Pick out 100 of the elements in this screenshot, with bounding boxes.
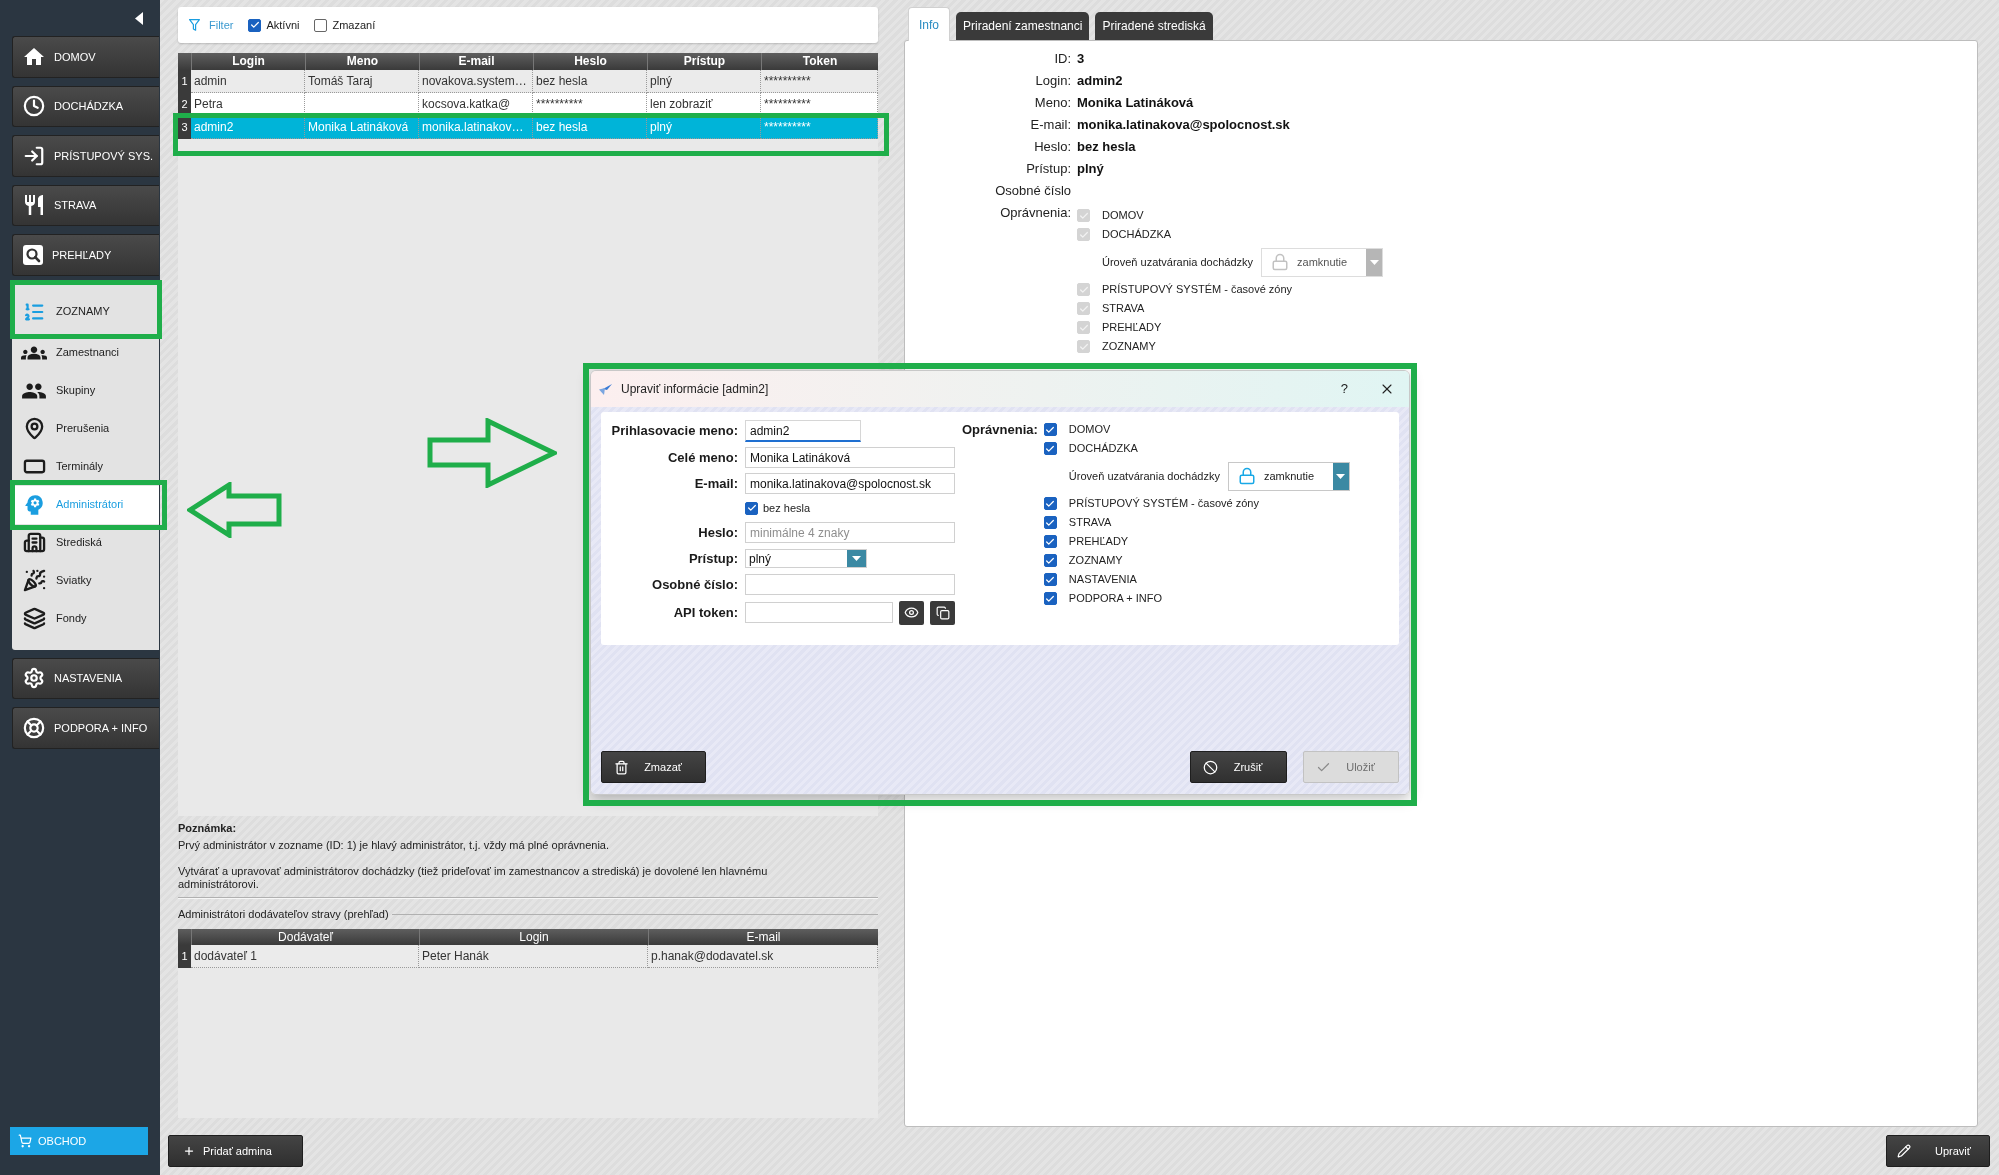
- tick-icon: [1045, 574, 1056, 585]
- table-cell: len zobraziť: [647, 93, 761, 116]
- tick-icon: [1078, 322, 1089, 333]
- show-token-button[interactable]: [899, 600, 924, 625]
- filter-label: Filter: [209, 17, 234, 33]
- note-title: Poznámka:: [178, 822, 238, 835]
- edit-button[interactable]: Upraviť: [1886, 1135, 1990, 1167]
- row-number: 1: [178, 70, 191, 93]
- permission-label: DOCHÁDZKA: [1102, 227, 1172, 243]
- nav-button[interactable]: NASTAVENIA: [12, 657, 159, 699]
- table-cell: **********: [761, 93, 878, 116]
- field-label: Meno:: [1034, 94, 1071, 112]
- permission-label: STRAVA: [1068, 515, 1112, 531]
- caret-icon: [1336, 473, 1346, 479]
- text-field[interactable]: admin2: [745, 420, 861, 442]
- table-cell: kocsova.katka@: [419, 93, 533, 116]
- field-label: Login:: [1035, 72, 1071, 90]
- field-label: E-mail:: [1030, 116, 1071, 134]
- submenu-item[interactable]: Zamestnanci: [12, 333, 159, 372]
- nav-button[interactable]: DOMOV: [12, 36, 159, 78]
- checkbox[interactable]: [1043, 592, 1057, 605]
- lock-icon: [1237, 466, 1256, 486]
- submenu-item[interactable]: Prerušenia: [12, 409, 159, 448]
- lock-icon: [1271, 252, 1290, 272]
- section-title: Administrátori dodávateľov stravy (prehľad): [178, 906, 389, 922]
- add-admin-button[interactable]: Pridať admina: [168, 1135, 303, 1167]
- collapse-icon[interactable]: [135, 11, 143, 25]
- fork-knife-icon: [22, 193, 46, 218]
- layers-icon: [21, 605, 47, 632]
- dialog-button[interactable]: Zrušiť: [1190, 751, 1287, 783]
- dialog-title: Upraviť informácie [admin2]: [621, 381, 769, 398]
- dropdown-button[interactable]: [1332, 462, 1349, 490]
- copy-icon: [935, 605, 950, 620]
- permission-label: DOCHÁDZKA: [1068, 441, 1138, 457]
- table-cell: plný: [647, 116, 761, 139]
- checkbox[interactable]: [1043, 442, 1057, 455]
- lock-level-select[interactable]: zamknutie: [1227, 461, 1350, 491]
- cart-icon: [18, 1134, 32, 1148]
- eye-icon: [904, 605, 919, 620]
- text-field[interactable]: monika.latinakova@spolocnost.sk: [745, 473, 955, 494]
- tick-icon: [746, 503, 757, 513]
- field-value: bez hesla: [1077, 138, 1136, 156]
- checkbox[interactable]: [314, 18, 328, 32]
- permission-label: ZOZNAMY: [1102, 339, 1156, 355]
- help-button[interactable]: ?: [1340, 379, 1348, 399]
- field-value: plný: [1077, 160, 1104, 178]
- table-row[interactable]: 1 admin Tomáš Taraj novakova.system… bez hesla plný **********: [178, 70, 878, 93]
- lifebuoy-icon: [22, 715, 46, 740]
- nav-button[interactable]: PRÍSTUPOVÝ SYS.: [12, 135, 159, 177]
- tick-icon: [249, 20, 260, 30]
- search-icon: [22, 243, 44, 266]
- checkbox[interactable]: [1043, 497, 1057, 510]
- tab[interactable]: Info: [908, 7, 950, 41]
- checkbox[interactable]: [745, 501, 758, 515]
- field-label: Heslo:: [1034, 138, 1071, 156]
- token-field[interactable]: [745, 602, 893, 623]
- field-value: Monika Latináková: [1077, 94, 1194, 112]
- checkbox[interactable]: [1043, 535, 1057, 548]
- checkbox[interactable]: [1043, 516, 1057, 529]
- checkbox[interactable]: [1043, 554, 1057, 567]
- dialog-button[interactable]: Zmazať: [601, 751, 706, 783]
- checkbox[interactable]: [248, 18, 262, 32]
- text-field[interactable]: Monika Latináková: [745, 447, 955, 468]
- nav-button[interactable]: ZOZNAMY: [12, 283, 159, 334]
- nav-button[interactable]: DOCHÁDZKA: [12, 85, 159, 127]
- field-value: monika.latinakova@spolocnost.sk: [1077, 116, 1290, 134]
- access-select[interactable]: plný: [745, 549, 867, 568]
- submenu-item[interactable]: Sviatky: [12, 561, 159, 600]
- field-label: Celé meno:: [667, 448, 738, 467]
- submenu-item[interactable]: Fondy: [12, 599, 159, 638]
- table-row[interactable]: 3 admin2 Monika Latináková monika.latinakov… bez hesla plný **********: [178, 116, 878, 139]
- settings-icon: [22, 666, 46, 691]
- trash-icon: [614, 759, 629, 775]
- tick-icon: [1045, 424, 1056, 435]
- field-label: E-mail:: [694, 474, 738, 493]
- text-field[interactable]: [745, 574, 955, 595]
- checkbox-label: bez hesla: [763, 500, 811, 516]
- tab[interactable]: Priradení zamestnanci: [956, 12, 1090, 40]
- dropdown-button[interactable]: [847, 550, 866, 567]
- submenu-item[interactable]: Skupiny: [12, 371, 159, 410]
- permission-label: DOMOV: [1068, 422, 1111, 438]
- tick-icon: [1045, 517, 1056, 528]
- plus-icon: [183, 1145, 195, 1157]
- submenu-item[interactable]: Strediská: [12, 523, 159, 562]
- party-popper-icon: [21, 567, 47, 594]
- tick-icon: [1045, 536, 1056, 547]
- copy-button[interactable]: [930, 600, 955, 625]
- nav-button[interactable]: STRAVA: [12, 184, 159, 226]
- checkbox[interactable]: [1043, 423, 1057, 436]
- nav-button[interactable]: PODPORA + INFO: [12, 707, 159, 749]
- field-label: API token:: [673, 603, 738, 622]
- field-label: Heslo:: [698, 523, 738, 542]
- nav-button[interactable]: PREHĽADY: [12, 234, 159, 276]
- table-cell: Petra: [191, 93, 305, 116]
- left-arrow-icon: [187, 482, 282, 538]
- field-value: admin2: [1077, 72, 1123, 90]
- checkbox[interactable]: [1043, 573, 1057, 586]
- submenu-item[interactable]: Terminály: [12, 447, 159, 486]
- field-label: Osobné číslo: [995, 182, 1071, 200]
- tab[interactable]: Priradené strediská: [1095, 12, 1213, 40]
